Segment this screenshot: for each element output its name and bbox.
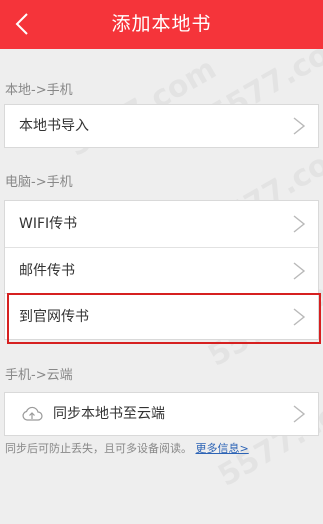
page-title: 添加本地书	[111, 13, 212, 35]
chevron-right-icon	[293, 262, 306, 280]
chevron-right-icon	[293, 215, 306, 233]
section-label-pc-to-phone: 电脑->手机	[5, 175, 73, 190]
email-transfer-label: 邮件传书	[19, 263, 75, 279]
cloud-upload-icon	[22, 406, 43, 421]
section-label-phone-to-cloud: 手机->云端	[5, 368, 73, 383]
pc-card: WIFI传书 邮件传书 到官网传书	[4, 200, 319, 340]
wifi-transfer-label: WIFI传书	[19, 216, 78, 232]
wifi-transfer-item[interactable]: WIFI传书	[5, 201, 318, 247]
header-bar: 添加本地书	[0, 0, 323, 49]
chevron-right-icon	[293, 308, 306, 326]
chevron-right-icon	[293, 405, 306, 423]
footer-note: 同步后可防止丢失，且可多设备阅读。 更多信息>	[5, 440, 249, 456]
website-transfer-item[interactable]: 到官网传书	[5, 293, 318, 339]
local-import-item[interactable]: 本地书导入	[5, 105, 318, 147]
footer-text: 同步后可防止丢失，且可多设备阅读。	[5, 442, 192, 455]
local-card: 本地书导入	[4, 104, 319, 148]
local-import-label: 本地书导入	[19, 118, 89, 134]
email-transfer-item[interactable]: 邮件传书	[5, 247, 318, 293]
more-info-link[interactable]: 更多信息>	[196, 442, 249, 455]
cloud-card: 同步本地书至云端	[4, 392, 319, 436]
sync-cloud-label: 同步本地书至云端	[53, 406, 165, 422]
sync-cloud-item[interactable]: 同步本地书至云端	[5, 393, 318, 435]
chevron-right-icon	[293, 117, 306, 135]
section-label-local-to-phone: 本地->手机	[5, 83, 73, 98]
website-transfer-label: 到官网传书	[19, 309, 89, 325]
